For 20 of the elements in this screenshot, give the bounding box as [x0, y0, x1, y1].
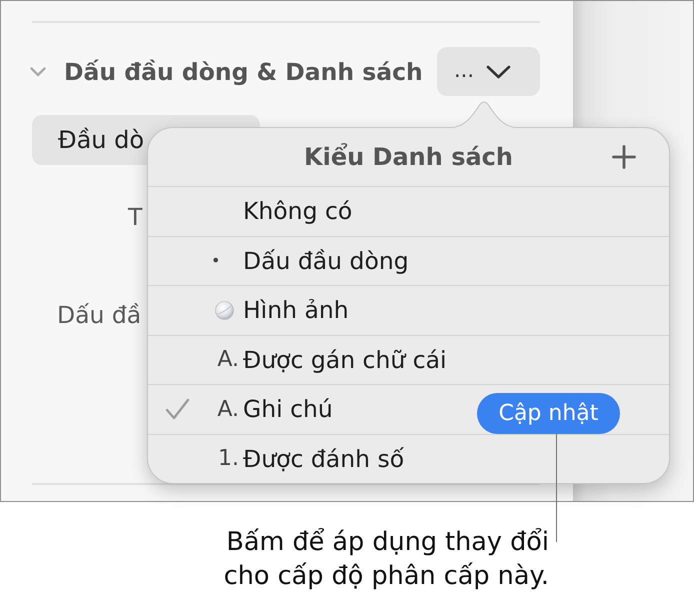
- list-style-option[interactable]: Ghi chú: [243, 395, 333, 424]
- plus-icon[interactable]: [612, 145, 636, 169]
- callout-text: Bấm để áp dụng thay đổi cho cấp độ phân cấp này.: [222, 526, 549, 593]
- list-style-option[interactable]: Được đánh số: [243, 444, 404, 473]
- list-marker: •: [211, 251, 220, 270]
- list-marker: 1.: [218, 446, 239, 472]
- sphere-icon: [215, 300, 234, 320]
- field-label: Dấu đầ: [57, 300, 142, 331]
- update-button[interactable]: Cập nhật: [477, 392, 620, 434]
- list-style-option[interactable]: Hình ảnh: [243, 296, 349, 324]
- list-style-option[interactable]: Dấu đầu dòng: [243, 246, 409, 275]
- section-title: Dấu đầu dòng & Danh sách: [64, 58, 423, 86]
- list-style-option[interactable]: Không có: [243, 197, 352, 226]
- field-label: T: [128, 202, 142, 233]
- list-style-option[interactable]: Được gán chữ cái: [243, 346, 447, 374]
- list-marker: A.: [217, 347, 239, 372]
- list-style-menu-button[interactable]: ...: [437, 47, 540, 96]
- popover-title: Kiểu Danh sách: [304, 143, 513, 171]
- chevron-down-icon: [486, 64, 512, 78]
- list-marker: A.: [217, 396, 239, 422]
